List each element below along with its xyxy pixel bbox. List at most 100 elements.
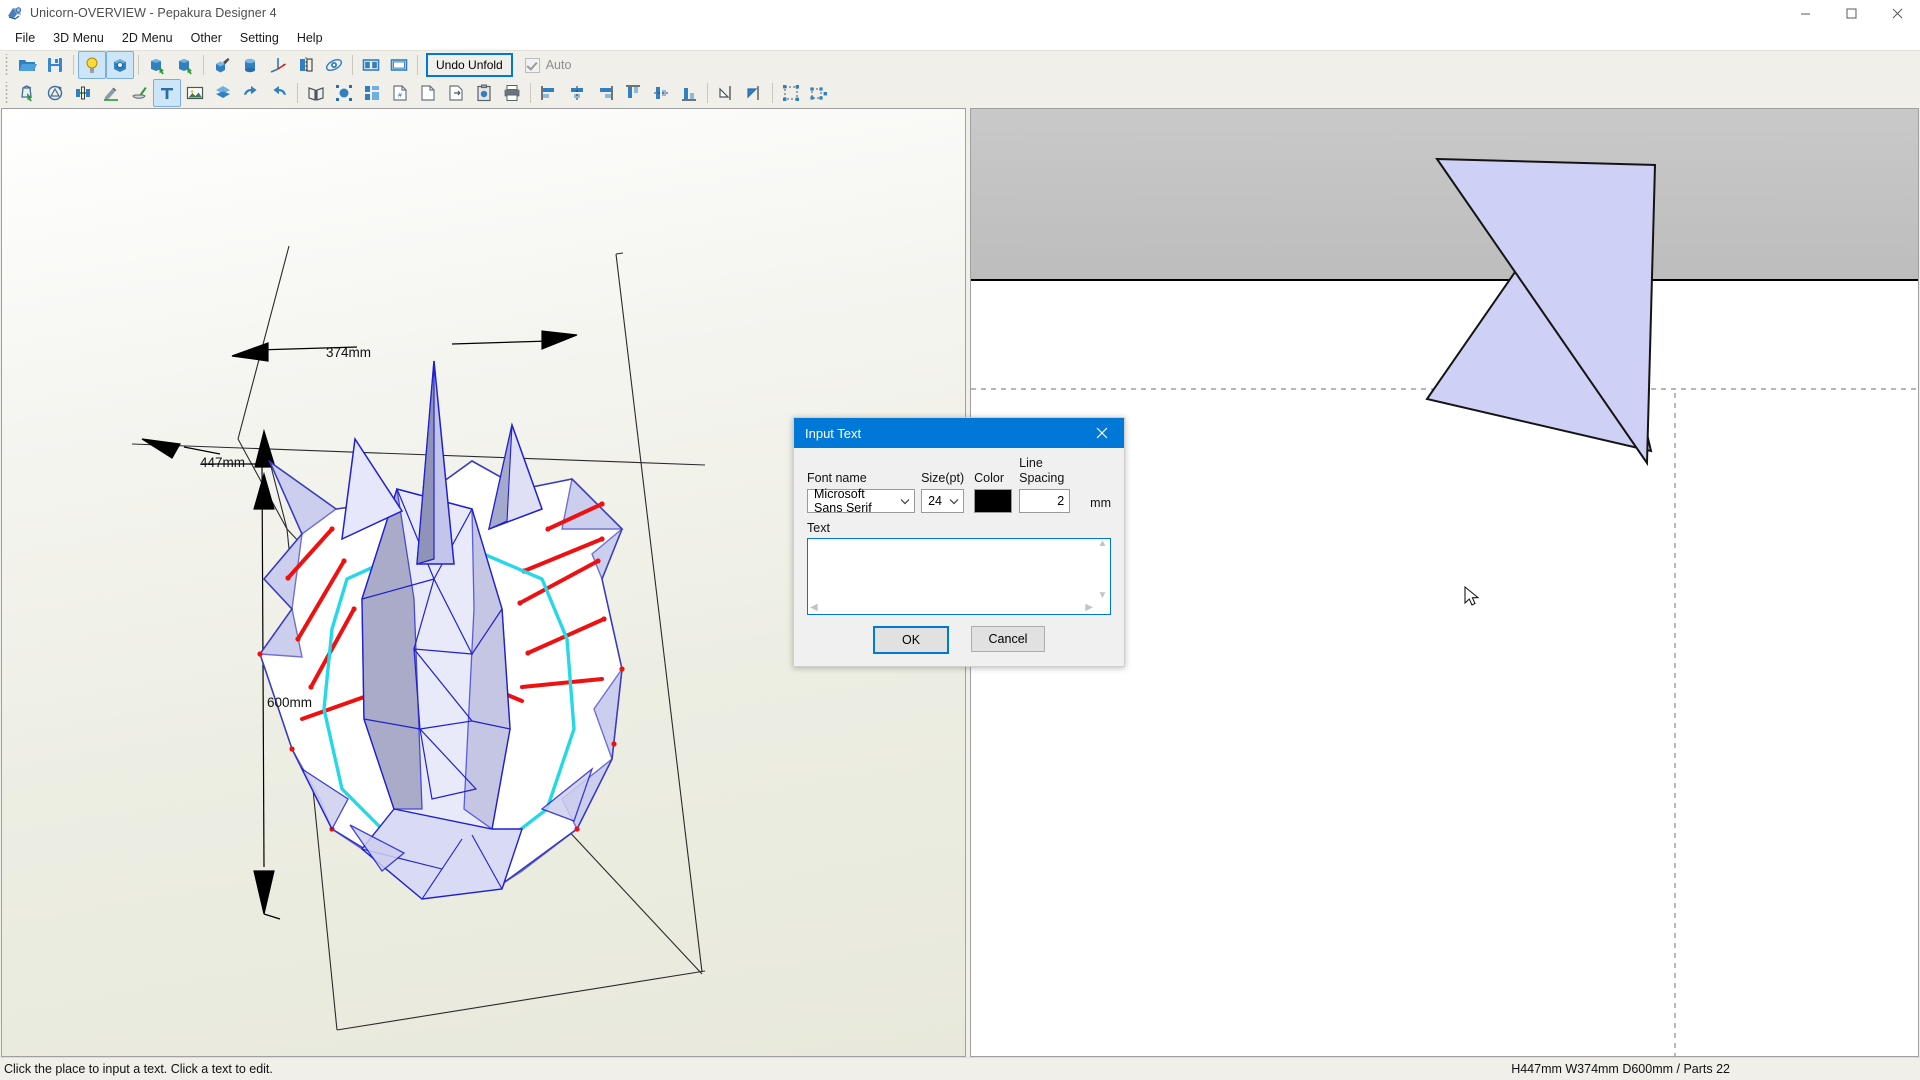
- color-field: Color: [974, 471, 1013, 513]
- status-model-info: H447mm W374mm D600mm / Parts 22: [1511, 1062, 1730, 1076]
- text-area-vscrollbar[interactable]: ▲ ▼: [1095, 539, 1110, 601]
- size-select[interactable]: 24: [921, 489, 965, 513]
- arrange-parts-button[interactable]: [358, 79, 386, 107]
- flip-horizontal-button[interactable]: [712, 79, 740, 107]
- menu-setting[interactable]: Setting: [231, 27, 288, 49]
- menu-other[interactable]: Other: [182, 27, 231, 49]
- pepakura-designer-window: Unicorn-OVERVIEW - Pepakura Designer 4 F…: [0, 0, 1920, 1080]
- dimension-label-600mm: 600mm: [267, 695, 313, 710]
- scroll-up-icon[interactable]: ▲: [1098, 539, 1108, 549]
- toolbar-grip[interactable]: [3, 82, 11, 104]
- group-parts-button[interactable]: [777, 79, 805, 107]
- menu-bar: File 3D Menu 2D Menu Other Setting Help: [0, 26, 1920, 50]
- primitive-cylinder-button[interactable]: [236, 51, 264, 79]
- menu-3d-menu[interactable]: 3D Menu: [44, 27, 113, 49]
- scroll-down-icon[interactable]: ▼: [1098, 591, 1108, 601]
- horn-shade: [416, 360, 435, 565]
- window-controls: [1782, 0, 1920, 26]
- input-text-dialog: Input Text Font name Microsoft Sans Seri…: [793, 417, 1125, 667]
- add-page-button[interactable]: [414, 79, 442, 107]
- scroll-left-icon[interactable]: ◀: [810, 602, 818, 613]
- print-button[interactable]: [498, 79, 526, 107]
- maximize-button[interactable]: [1828, 0, 1874, 26]
- window-title: Unicorn-OVERVIEW - Pepakura Designer 4: [30, 6, 277, 20]
- size-field: Size(pt) 24: [921, 471, 965, 513]
- pepakura-app-icon: [6, 4, 24, 22]
- rotate-model-button[interactable]: [143, 51, 171, 79]
- ungroup-parts-button[interactable]: [805, 79, 833, 107]
- single-view-button[interactable]: [385, 51, 413, 79]
- ok-button[interactable]: OK: [873, 626, 949, 654]
- rotate-part-button[interactable]: [41, 79, 69, 107]
- view-orbit-button[interactable]: [320, 51, 348, 79]
- toolbar-grip[interactable]: [3, 54, 11, 76]
- toolbar-separator: [772, 83, 773, 103]
- export-page-button[interactable]: [442, 79, 470, 107]
- dimension-label-374mm: 374mm: [326, 345, 372, 360]
- save-file-button[interactable]: [41, 51, 69, 79]
- fit-selection-button[interactable]: [330, 79, 358, 107]
- unicorn-head-3d-model: [257, 360, 625, 900]
- cancel-button[interactable]: Cancel: [971, 626, 1045, 652]
- open-layout-button[interactable]: [302, 79, 330, 107]
- open-file-button[interactable]: [13, 51, 41, 79]
- color-swatch-button[interactable]: [974, 489, 1013, 513]
- toolbar-separator: [138, 55, 139, 75]
- font-name-select[interactable]: Microsoft Sans Serif: [807, 487, 916, 515]
- menu-help[interactable]: Help: [288, 27, 332, 49]
- align-top-button[interactable]: [619, 79, 647, 107]
- edit-flap-button[interactable]: [125, 79, 153, 107]
- mirror-model-button[interactable]: [292, 51, 320, 79]
- align-center-h-button[interactable]: [563, 79, 591, 107]
- show-axes-button[interactable]: [264, 51, 292, 79]
- undo-unfold-button[interactable]: Undo Unfold: [426, 53, 513, 77]
- redo-button[interactable]: [265, 79, 293, 107]
- join-disjoin-button[interactable]: [69, 79, 97, 107]
- toggle-lighting-button[interactable]: [78, 51, 106, 79]
- dialog-field-row: Font name Microsoft Sans Serif Size(pt) …: [807, 456, 1111, 515]
- split-view-button[interactable]: [357, 51, 385, 79]
- text-input-area[interactable]: ▲ ▼ ◀ ▶: [807, 538, 1111, 615]
- menu-file[interactable]: File: [6, 27, 44, 49]
- dialog-body: Font name Microsoft Sans Serif Size(pt) …: [794, 448, 1124, 666]
- text-area-label: Text: [807, 521, 830, 535]
- toolbar-separator: [352, 55, 353, 75]
- scroll-right-icon[interactable]: ▶: [1085, 602, 1093, 613]
- flip-vertical-button[interactable]: [740, 79, 768, 107]
- align-left-button[interactable]: [535, 79, 563, 107]
- mouse-cursor: [1464, 585, 1480, 606]
- font-name-field: Font name Microsoft Sans Serif: [807, 471, 916, 515]
- svg-text:#: #: [398, 93, 402, 100]
- edit-line-button[interactable]: [97, 79, 125, 107]
- menu-2d-menu[interactable]: 2D Menu: [113, 27, 182, 49]
- align-middle-v-button[interactable]: [647, 79, 675, 107]
- text-area-hscrollbar[interactable]: ◀ ▶: [808, 601, 1095, 614]
- minimize-button[interactable]: [1782, 0, 1828, 26]
- status-hint: Click the place to input a text. Click a…: [4, 1062, 273, 1076]
- dialog-buttons: OK Cancel: [807, 626, 1111, 654]
- close-button[interactable]: [1874, 0, 1920, 26]
- toolbars: Undo Unfold Auto #: [0, 50, 1920, 107]
- chevron-down-icon: [949, 494, 959, 508]
- unfold-button[interactable]: [209, 79, 237, 107]
- toolbar-separator: [530, 83, 531, 103]
- align-right-button[interactable]: [591, 79, 619, 107]
- line-spacing-input[interactable]: 2: [1019, 489, 1071, 513]
- image-tool-button[interactable]: [181, 79, 209, 107]
- select-face-button[interactable]: [13, 79, 41, 107]
- page-number-button[interactable]: #: [386, 79, 414, 107]
- align-bottom-button[interactable]: [675, 79, 703, 107]
- text-tool-button[interactable]: [153, 79, 181, 107]
- dimension-label-447mm: 447mm: [200, 455, 246, 470]
- status-bar: Click the place to input a text. Click a…: [0, 1057, 1920, 1080]
- paint-face-button[interactable]: [208, 51, 236, 79]
- dialog-close-icon[interactable]: [1080, 418, 1124, 448]
- toggle-texture-button[interactable]: [106, 51, 134, 79]
- toolbar-separator: [73, 55, 74, 75]
- dialog-titlebar: Input Text: [794, 418, 1124, 448]
- copy-clipboard-button[interactable]: [470, 79, 498, 107]
- auto-checkbox[interactable]: Auto: [524, 57, 571, 73]
- undo-button[interactable]: [237, 79, 265, 107]
- size-label: Size(pt): [921, 471, 965, 485]
- move-model-button[interactable]: [171, 51, 199, 79]
